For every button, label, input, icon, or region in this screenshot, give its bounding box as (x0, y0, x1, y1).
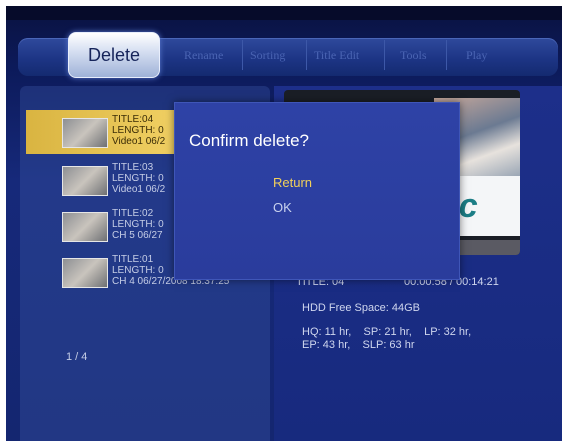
video-thumbnail-icon (62, 166, 108, 196)
source-label: CH 5 06/27 (112, 230, 163, 241)
hdd-free-space: HDD Free Space: 44GB (302, 302, 420, 314)
tab-title-edit[interactable]: Title Edit (314, 44, 359, 66)
length-label: LENGTH: 0 (112, 173, 164, 184)
quality-times-line2: EP: 43 hr, SLP: 63 hr (302, 339, 415, 351)
source-label: Video1 06/2 (112, 136, 166, 147)
tab-divider (242, 40, 243, 70)
tab-divider (384, 40, 385, 70)
tab-rename[interactable]: Rename (184, 44, 223, 66)
tab-divider (306, 40, 307, 70)
top-stripe (6, 6, 562, 20)
title-row-text: TITLE:04 LENGTH: 0 Video1 06/2 (112, 114, 165, 147)
title-label: TITLE:02 (112, 208, 154, 219)
video-thumbnail-icon (62, 258, 108, 288)
dialog-title: Confirm delete? (189, 131, 310, 150)
tv-screen: Delete Rename Sorting Title Edit Tools P… (6, 6, 562, 441)
page-indicator: 1 / 4 (66, 351, 88, 363)
length-label: LENGTH: 0 (112, 125, 164, 136)
title-row-text: TITLE:03 LENGTH: 0 Video1 06/2 (112, 162, 165, 195)
tab-divider (446, 40, 447, 70)
tab-play[interactable]: Play (466, 44, 487, 66)
title-label: TITLE:04 (112, 114, 154, 125)
return-option[interactable]: Return (273, 175, 312, 190)
confirm-delete-dialog: Confirm delete? Return OK (174, 102, 460, 280)
quality-times-line1: HQ: 11 hr, SP: 21 hr, LP: 32 hr, (302, 326, 472, 338)
ok-option[interactable]: OK (273, 200, 292, 215)
title-row-text: TITLE:02 LENGTH: 0 CH 5 06/27 (112, 208, 164, 241)
title-label: TITLE:03 (112, 162, 154, 173)
video-thumbnail-icon (62, 118, 108, 148)
source-label: Video1 06/2 (112, 184, 166, 195)
tab-delete[interactable]: Delete (68, 32, 160, 78)
video-thumbnail-icon (62, 212, 108, 242)
tab-sorting[interactable]: Sorting (250, 44, 285, 66)
tab-tools[interactable]: Tools (400, 44, 427, 66)
length-label: LENGTH: 0 (112, 219, 164, 230)
